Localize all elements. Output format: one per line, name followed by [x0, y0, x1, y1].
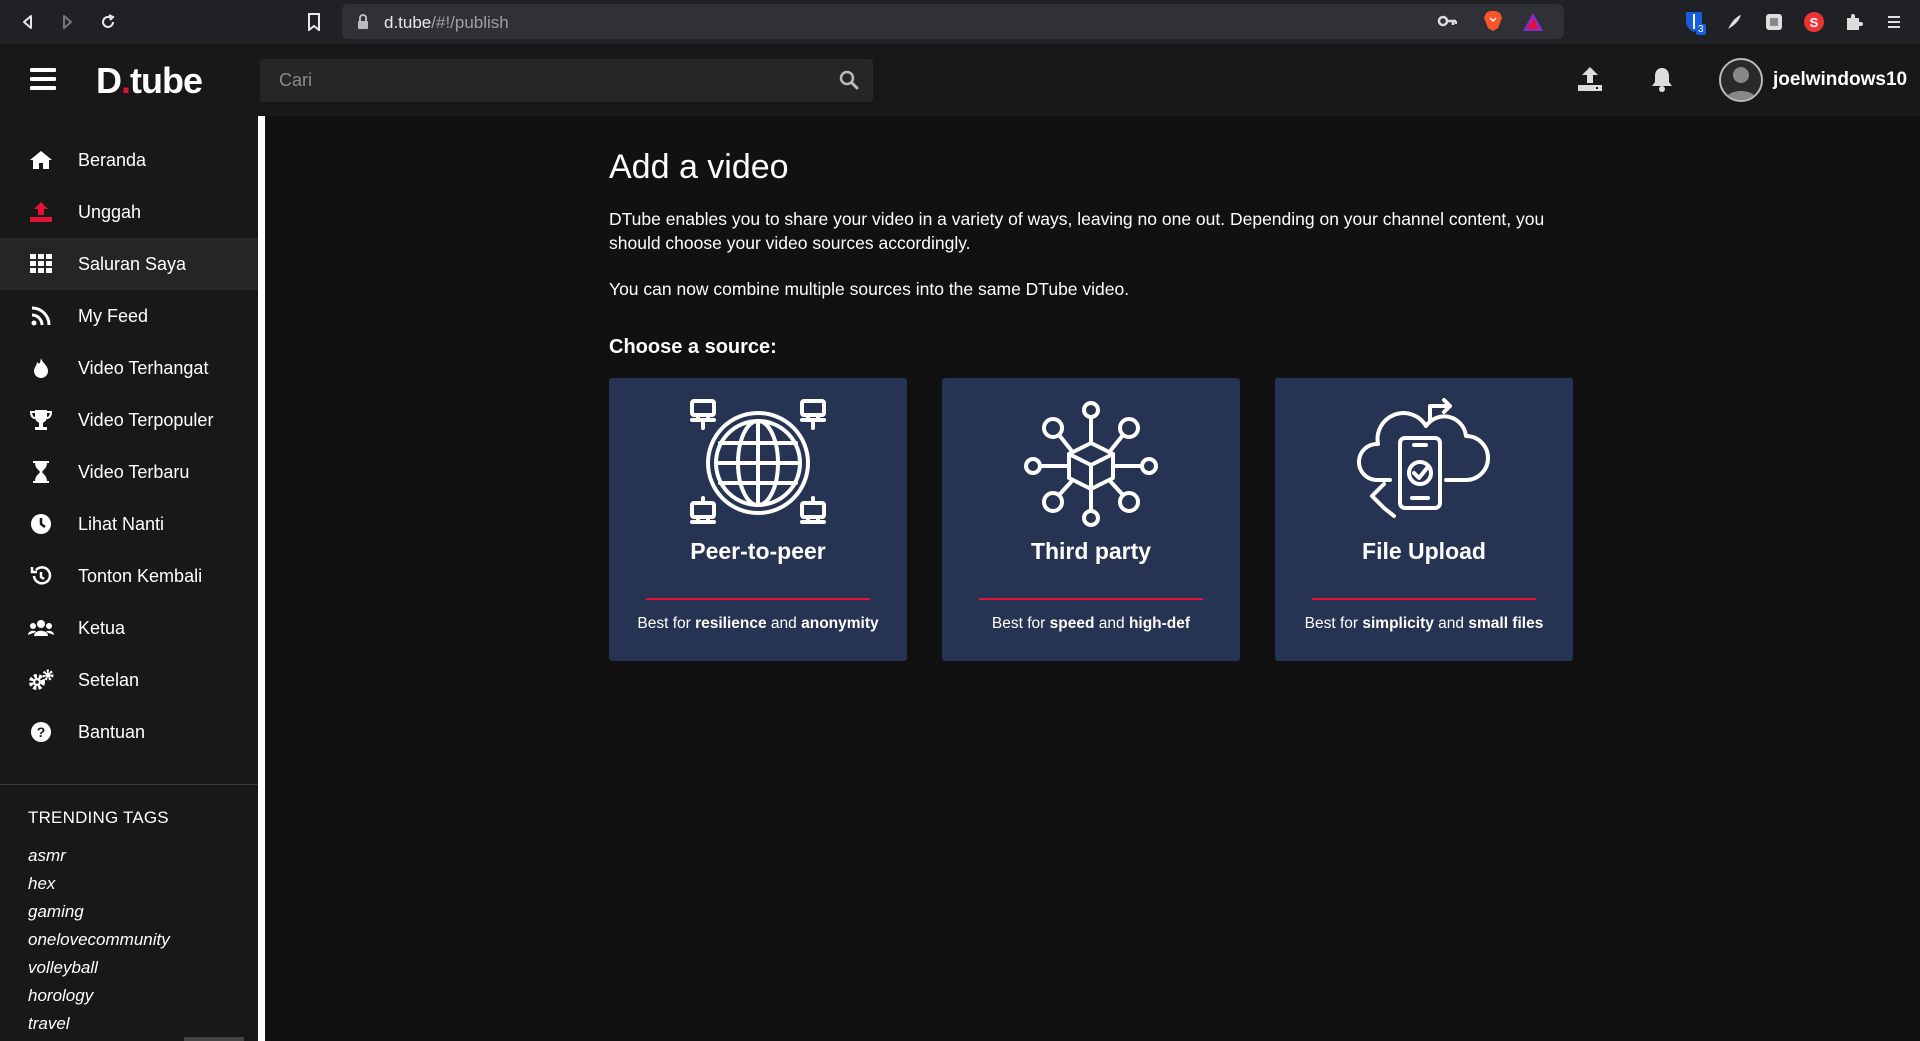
trending-tag[interactable]: hex	[28, 874, 55, 894]
screenshot-extension-icon[interactable]	[1762, 10, 1786, 34]
browser-toolbar: d.tube/#!/publish 3 S	[0, 0, 1920, 44]
card-description: Best for speed and high-def	[991, 615, 1191, 632]
search-icon[interactable]	[839, 70, 859, 95]
forward-icon[interactable]	[55, 10, 79, 34]
sidebar-item-my-feed[interactable]: My Feed	[0, 290, 258, 342]
brave-rewards-icon[interactable]	[1522, 12, 1544, 37]
url-text: d.tube/#!/publish	[384, 13, 509, 32]
sidebar-scroll-thumb[interactable]	[184, 1037, 244, 1041]
s-extension-icon[interactable]: S	[1802, 10, 1826, 34]
svg-text:?: ?	[37, 724, 46, 740]
feather-icon[interactable]	[1722, 10, 1746, 34]
question-icon: ?	[28, 720, 54, 744]
trending-tag[interactable]: asmr	[28, 846, 66, 866]
reload-icon[interactable]	[96, 10, 120, 34]
intro-note: You can now combine multiple sources int…	[609, 279, 1130, 299]
extensions-puzzle-icon[interactable]	[1842, 10, 1866, 34]
svg-text:S: S	[1810, 15, 1819, 30]
bitwarden-icon[interactable]: 3	[1682, 10, 1706, 35]
brave-shield-icon[interactable]	[1483, 10, 1503, 37]
app-header: D.tube joelwindows10	[0, 44, 1920, 116]
fire-icon	[28, 356, 54, 380]
home-icon	[28, 148, 54, 172]
bell-icon[interactable]	[1650, 66, 1674, 97]
card-divider	[646, 598, 870, 600]
upload-icon[interactable]	[1576, 66, 1604, 97]
card-description: Best for resilience and anonymity	[637, 615, 879, 632]
sidebar-item-lihat-nanti[interactable]: Lihat Nanti	[0, 498, 258, 550]
grid-icon	[28, 252, 54, 276]
card-title: Third party	[1030, 538, 1152, 564]
address-bar[interactable]: d.tube/#!/publish	[342, 4, 1564, 39]
rss-icon	[28, 304, 54, 328]
hamburger-menu-icon[interactable]	[30, 68, 56, 90]
card-divider	[979, 598, 1203, 600]
hourglass-icon	[28, 460, 54, 484]
history-icon	[28, 564, 54, 588]
sidebar-item-video-terbaru[interactable]: Video Terbaru	[0, 446, 258, 498]
bookmark-icon[interactable]	[302, 10, 326, 34]
sidebar-divider	[0, 784, 258, 785]
choose-source-heading: Choose a source:	[609, 336, 777, 358]
card-divider	[1312, 598, 1536, 600]
source-card-peer-to-peer[interactable]: Peer-to-peer Best for resilience and ano…	[609, 378, 907, 661]
users-icon	[28, 616, 54, 640]
sidebar-item-ketua[interactable]: Ketua	[0, 602, 258, 654]
sidebar-item-tonton-kembali[interactable]: Tonton Kembali	[0, 550, 258, 602]
trending-tags-title: TRENDING TAGS	[28, 808, 169, 827]
sidebar-item-setelan[interactable]: Setelan	[0, 654, 258, 706]
sidebar-scrollbar[interactable]	[258, 116, 265, 1041]
sidebar-item-video-terhangat[interactable]: Video Terhangat	[0, 342, 258, 394]
cloud-phone-icon	[1354, 398, 1494, 528]
clock-icon	[28, 512, 54, 536]
trophy-icon	[28, 408, 54, 432]
upload-icon	[28, 200, 54, 224]
trending-tag[interactable]: onelovecommunity	[28, 930, 170, 950]
sidebar-item-beranda[interactable]: Beranda	[0, 134, 258, 186]
card-title: Peer-to-peer	[690, 538, 826, 564]
search-box	[260, 59, 873, 102]
trending-tag[interactable]: horology	[28, 986, 93, 1006]
cube-network-icon	[1021, 398, 1161, 528]
trending-tag[interactable]: travel	[28, 1014, 70, 1034]
sidebar-item-unggah[interactable]: Unggah	[0, 186, 258, 238]
intro-paragraph: DTube enables you to share your video in…	[609, 209, 1545, 253]
sidebar-item-video-terpopuler[interactable]: Video Terpopuler	[0, 394, 258, 446]
gears-icon	[28, 668, 54, 692]
dtube-logo[interactable]: D.tube	[96, 60, 203, 102]
sidebar: Beranda Unggah Saluran Saya My Feed Vide…	[0, 116, 258, 1041]
key-icon[interactable]	[1437, 13, 1458, 34]
source-card-file-upload[interactable]: File Upload Best for simplicity and smal…	[1275, 378, 1573, 661]
sidebar-item-saluran-saya[interactable]: Saluran Saya	[0, 238, 258, 290]
globe-network-icon	[688, 398, 828, 528]
browser-menu-icon[interactable]	[1882, 10, 1906, 34]
username[interactable]: joelwindows10	[1773, 69, 1907, 91]
source-card-third-party[interactable]: Third party Best for speed and high-def	[942, 378, 1240, 661]
card-title: File Upload	[1362, 538, 1486, 564]
page-title: Add a video	[609, 148, 789, 186]
card-description: Best for simplicity and small files	[1304, 615, 1544, 632]
lock-icon	[356, 14, 370, 35]
avatar[interactable]	[1719, 58, 1763, 102]
back-icon[interactable]	[16, 10, 40, 34]
search-input[interactable]	[260, 59, 820, 102]
trending-tag[interactable]: volleyball	[28, 958, 98, 978]
trending-tag[interactable]: gaming	[28, 902, 84, 922]
sidebar-item-bantuan[interactable]: ? Bantuan	[0, 706, 258, 758]
